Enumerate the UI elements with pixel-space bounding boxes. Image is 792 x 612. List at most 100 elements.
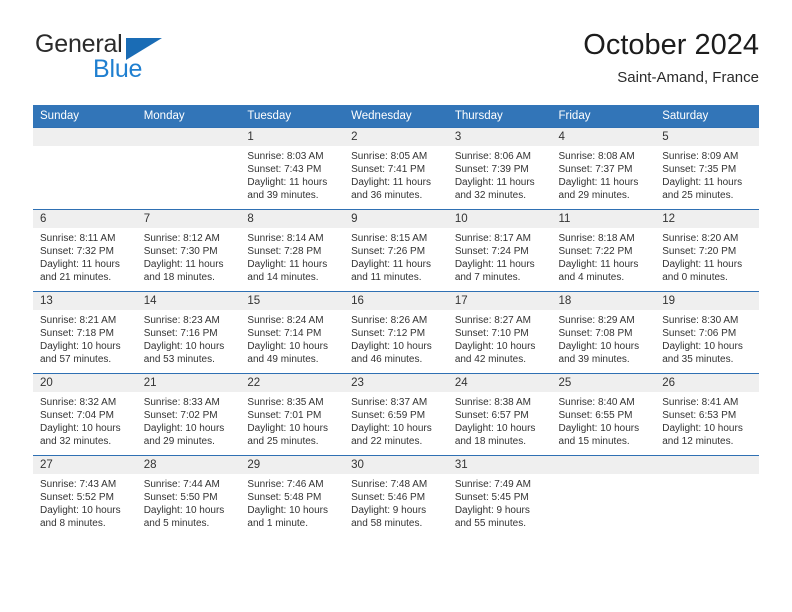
daylight-text-line1: Daylight: 9 hours: [351, 505, 427, 517]
daylight-text-line1: Daylight: 11 hours: [558, 177, 639, 189]
calendar-day-cell[interactable]: 9 Sunrise: 8:15 AM Sunset: 7:26 PM Daylight…: [344, 209, 448, 292]
calendar-day-cell[interactable]: 3 Sunrise: 8:06 AM Sunset: 7:39 PM Daylight…: [447, 127, 552, 210]
brand-name-general: General: [35, 30, 123, 58]
day-details: Sunrise: 8:09 AM Sunset: 7:35 PM Daylight:…: [655, 146, 759, 202]
calendar-day-cell[interactable]: 24 Sunrise: 8:38 AM Sunset: 6:57 PM Dayligh…: [447, 373, 552, 456]
calendar-day-cell[interactable]: 19 Sunrise: 8:30 AM Sunset: 7:06 PM Dayligh…: [655, 291, 759, 374]
calendar-day-cell[interactable]: 2 Sunrise: 8:05 AM Sunset: 7:41 PM Daylight…: [344, 127, 448, 210]
calendar-day-cell[interactable]: 23 Sunrise: 8:37 AM Sunset: 6:59 PM Dayligh…: [344, 373, 448, 456]
calendar-day-cell[interactable]: 25 Sunrise: 8:40 AM Sunset: 6:55 PM Dayligh…: [551, 373, 656, 456]
calendar-day-cell-empty: [551, 455, 656, 537]
sunrise-text: Sunrise: 8:38 AM: [454, 397, 531, 408]
daylight-text-line1: Daylight: 11 hours: [351, 259, 431, 271]
daylight-text-line2: and 25 minutes.: [247, 436, 319, 448]
calendar-day-cell[interactable]: 8 Sunrise: 8:14 AM Sunset: 7:28 PM Daylight…: [240, 209, 345, 292]
day-details: Sunrise: 7:49 AM Sunset: 5:45 PM Daylight:…: [448, 474, 552, 530]
day-number: 10: [447, 210, 552, 228]
calendar-day-cell[interactable]: 4 Sunrise: 8:08 AM Sunset: 7:37 PM Daylight…: [551, 127, 656, 210]
day-number: 7: [136, 210, 241, 228]
day-details: Sunrise: 8:03 AM Sunset: 7:43 PM Daylight:…: [240, 146, 344, 202]
day-number: 30: [344, 456, 448, 474]
day-cell-inner: 18 Sunrise: 8:29 AM Sunset: 7:08 PM Dayligh…: [551, 292, 656, 373]
day-cell-inner: 7 Sunrise: 8:12 AM Sunset: 7:30 PM Daylight…: [136, 210, 241, 291]
weekday-header-thursday: Thursday: [447, 105, 552, 128]
sunset-text: Sunset: 5:50 PM: [143, 492, 218, 504]
sunrise-text: Sunrise: 8:30 AM: [662, 315, 739, 326]
calendar-day-cell[interactable]: 10 Sunrise: 8:17 AM Sunset: 7:24 PM Dayligh…: [447, 209, 552, 292]
sunrise-text: Sunrise: 8:27 AM: [454, 315, 531, 326]
day-cell-inner: 6 Sunrise: 8:11 AM Sunset: 7:32 PM Daylight…: [33, 210, 137, 291]
day-details: Sunrise: 8:06 AM Sunset: 7:39 PM Daylight:…: [448, 146, 552, 202]
calendar-day-cell[interactable]: 22 Sunrise: 8:35 AM Sunset: 7:01 PM Dayligh…: [240, 373, 345, 456]
calendar-day-cell[interactable]: 15 Sunrise: 8:24 AM Sunset: 7:14 PM Dayligh…: [240, 291, 345, 374]
day-details: Sunrise: 8:14 AM Sunset: 7:28 PM Daylight:…: [240, 228, 344, 284]
sunrise-text: Sunrise: 8:26 AM: [351, 315, 428, 326]
calendar-day-cell[interactable]: 11 Sunrise: 8:18 AM Sunset: 7:22 PM Dayligh…: [551, 209, 656, 292]
calendar-day-cell[interactable]: 5 Sunrise: 8:09 AM Sunset: 7:35 PM Daylight…: [655, 127, 759, 210]
sunrise-text: Sunrise: 8:23 AM: [143, 315, 220, 326]
calendar-day-cell[interactable]: 6 Sunrise: 8:11 AM Sunset: 7:32 PM Daylight…: [33, 209, 137, 292]
calendar-day-cell[interactable]: 12 Sunrise: 8:20 AM Sunset: 7:20 PM Dayligh…: [655, 209, 759, 292]
day-cell-inner: 4 Sunrise: 8:08 AM Sunset: 7:37 PM Daylight…: [551, 128, 656, 209]
calendar-day-cell[interactable]: 18 Sunrise: 8:29 AM Sunset: 7:08 PM Dayligh…: [551, 291, 656, 374]
calendar-day-cell[interactable]: 13 Sunrise: 8:21 AM Sunset: 7:18 PM Dayligh…: [33, 291, 137, 374]
calendar-table: Sunday Monday Tuesday Wednesday Thursday…: [33, 105, 759, 537]
calendar-day-cell[interactable]: 17 Sunrise: 8:27 AM Sunset: 7:10 PM Dayligh…: [447, 291, 552, 374]
calendar-day-cell[interactable]: 7 Sunrise: 8:12 AM Sunset: 7:30 PM Daylight…: [136, 209, 241, 292]
daylight-text-line2: and 29 minutes.: [143, 436, 215, 448]
weekday-header-saturday: Saturday: [655, 105, 759, 128]
sunrise-text: Sunrise: 8:24 AM: [247, 315, 324, 326]
sunset-text: Sunset: 7:14 PM: [247, 328, 322, 340]
day-cell-inner: 11 Sunrise: 8:18 AM Sunset: 7:22 PM Dayligh…: [551, 210, 656, 291]
day-number: 31: [447, 456, 552, 474]
calendar-day-cell[interactable]: 31 Sunrise: 7:49 AM Sunset: 5:45 PM Dayligh…: [447, 455, 552, 537]
daylight-text-line2: and 39 minutes.: [247, 190, 319, 202]
calendar-day-cell[interactable]: 27 Sunrise: 7:43 AM Sunset: 5:52 PM Dayligh…: [33, 455, 137, 537]
day-cell-inner: 16 Sunrise: 8:26 AM Sunset: 7:12 PM Dayligh…: [344, 292, 448, 373]
calendar-day-cell[interactable]: 16 Sunrise: 8:26 AM Sunset: 7:12 PM Dayligh…: [344, 291, 448, 374]
daylight-text-line2: and 55 minutes.: [454, 518, 526, 530]
calendar-day-cell[interactable]: 30 Sunrise: 7:48 AM Sunset: 5:46 PM Dayligh…: [344, 455, 448, 537]
daylight-text-line2: and 36 minutes.: [351, 190, 423, 202]
day-number: [551, 456, 656, 474]
day-number: 13: [33, 292, 137, 310]
calendar-day-cell[interactable]: 14 Sunrise: 8:23 AM Sunset: 7:16 PM Dayligh…: [136, 291, 241, 374]
day-details: Sunrise: 8:23 AM Sunset: 7:16 PM Daylight:…: [137, 310, 241, 366]
daylight-text-line1: Daylight: 10 hours: [351, 341, 432, 353]
sunset-text: Sunset: 7:28 PM: [247, 246, 322, 258]
calendar-day-cell[interactable]: 21 Sunrise: 8:33 AM Sunset: 7:02 PM Dayligh…: [136, 373, 241, 456]
sunset-text: Sunset: 7:35 PM: [662, 164, 737, 176]
calendar-day-cell[interactable]: 26 Sunrise: 8:41 AM Sunset: 6:53 PM Dayligh…: [655, 373, 759, 456]
daylight-text-line2: and 18 minutes.: [143, 272, 215, 284]
sunset-text: Sunset: 6:55 PM: [558, 410, 633, 422]
day-details: Sunrise: 7:48 AM Sunset: 5:46 PM Daylight:…: [344, 474, 448, 530]
daylight-text-line1: Daylight: 10 hours: [40, 423, 121, 435]
day-number: 21: [136, 374, 241, 392]
sunset-text: Sunset: 5:52 PM: [40, 492, 114, 504]
sunrise-text: Sunrise: 8:35 AM: [247, 397, 324, 408]
daylight-text-line1: Daylight: 10 hours: [143, 341, 225, 353]
daylight-text-line2: and 57 minutes.: [40, 354, 112, 366]
daylight-text-line2: and 18 minutes.: [454, 436, 526, 448]
brand-logo[interactable]: General Blue: [33, 28, 293, 90]
daylight-text-line1: Daylight: 11 hours: [143, 259, 224, 271]
day-number: 26: [655, 374, 759, 392]
sunset-text: Sunset: 7:08 PM: [558, 328, 633, 340]
calendar-day-cell[interactable]: 28 Sunrise: 7:44 AM Sunset: 5:50 PM Dayligh…: [136, 455, 241, 537]
day-number: [655, 456, 759, 474]
sunset-text: Sunset: 7:20 PM: [662, 246, 737, 258]
day-cell-inner: 27 Sunrise: 7:43 AM Sunset: 5:52 PM Dayligh…: [33, 456, 137, 537]
daylight-text-line1: Daylight: 11 hours: [558, 259, 639, 271]
calendar-day-cell[interactable]: 20 Sunrise: 8:32 AM Sunset: 7:04 PM Dayligh…: [33, 373, 137, 456]
daylight-text-line2: and 5 minutes.: [143, 518, 210, 530]
daylight-text-line1: Daylight: 10 hours: [454, 341, 536, 353]
daylight-text-line1: Daylight: 11 hours: [351, 177, 431, 189]
calendar-day-cell[interactable]: 29 Sunrise: 7:46 AM Sunset: 5:48 PM Dayligh…: [240, 455, 345, 537]
day-number: 11: [551, 210, 656, 228]
sunrise-text: Sunrise: 8:37 AM: [351, 397, 428, 408]
calendar-page: General Blue October 2024 Saint-Amand, F…: [0, 0, 792, 612]
calendar-day-cell[interactable]: 1 Sunrise: 8:03 AM Sunset: 7:43 PM Daylight…: [240, 127, 345, 210]
daylight-text-line1: Daylight: 10 hours: [558, 423, 640, 435]
daylight-text-line1: Daylight: 11 hours: [40, 259, 120, 271]
day-cell-inner: [33, 128, 137, 209]
